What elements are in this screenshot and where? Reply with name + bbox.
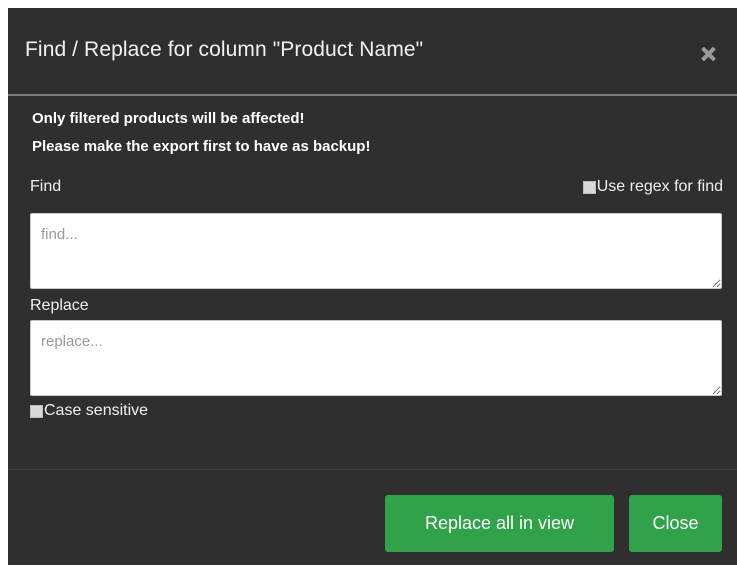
- checkbox-icon[interactable]: [582, 180, 596, 194]
- dialog-body: Only filtered products will be affected!…: [8, 96, 737, 470]
- find-input[interactable]: [30, 213, 722, 289]
- case-sensitive-checkbox[interactable]: Case sensitive: [30, 402, 148, 420]
- find-label: Find: [30, 178, 62, 195]
- dialog-title: Find / Replace for column "Product Name": [25, 38, 424, 61]
- find-replace-dialog: Find / Replace for column "Product Name"…: [8, 8, 737, 565]
- use-regex-checkbox[interactable]: Use regex for find: [582, 178, 723, 196]
- warning-filtered: Only filtered products will be affected!: [32, 110, 305, 127]
- replace-input[interactable]: [30, 320, 722, 396]
- dialog-header: Find / Replace for column "Product Name": [8, 8, 737, 96]
- checkbox-icon[interactable]: [30, 404, 43, 418]
- close-icon[interactable]: [697, 42, 721, 66]
- dialog-footer: Replace all in view Close: [8, 470, 737, 565]
- background-strip: [0, 0, 737, 8]
- replace-all-button[interactable]: Replace all in view: [385, 495, 614, 552]
- use-regex-label: Use regex for find: [596, 178, 723, 195]
- close-button[interactable]: Close: [629, 495, 722, 552]
- warning-backup: Please make the export first to have as …: [32, 138, 371, 155]
- case-sensitive-label: Case sensitive: [44, 402, 149, 419]
- replace-label: Replace: [30, 297, 89, 314]
